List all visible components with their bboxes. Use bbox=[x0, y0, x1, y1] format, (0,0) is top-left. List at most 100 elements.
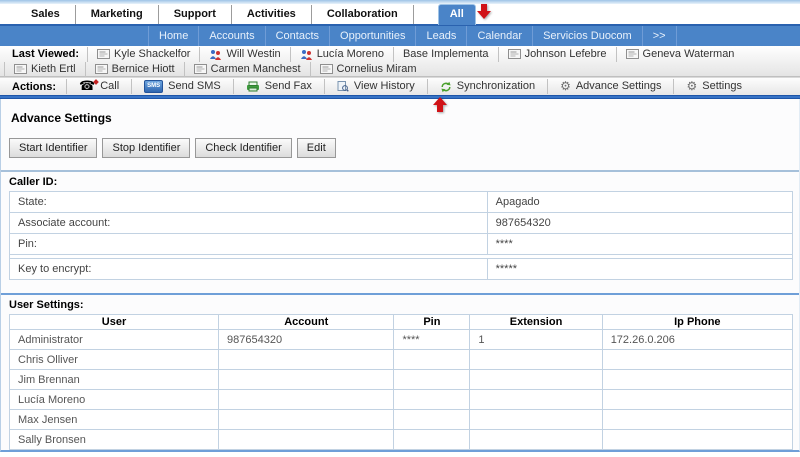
page-title: Advance Settings bbox=[11, 111, 799, 125]
user-settings-table: UserAccountPinExtensionIp Phone Administ… bbox=[9, 314, 793, 450]
action-send-sms[interactable]: SMSSend SMS bbox=[131, 79, 233, 94]
cell-pin bbox=[394, 350, 470, 370]
user-settings-table-body: Administrator987654320****1172.26.0.206C… bbox=[10, 330, 793, 450]
people-icon bbox=[300, 49, 313, 60]
action-synchronization[interactable]: Synchronization bbox=[427, 79, 547, 94]
gear-icon: ⚙ bbox=[686, 81, 697, 92]
caller-id-section: Caller ID: State:ApagadoAssociate accoun… bbox=[1, 170, 799, 280]
cell-account bbox=[219, 350, 394, 370]
nav-servicios-duocom[interactable]: Servicios Duocom bbox=[533, 26, 643, 46]
col-extension: Extension bbox=[470, 315, 602, 330]
nav-opportunities[interactable]: Opportunities bbox=[330, 26, 416, 46]
last-viewed-item-kieth-ertl[interactable]: Kieth Ertl bbox=[4, 62, 85, 77]
cell-user: Sally Bronsen bbox=[10, 430, 219, 450]
last-viewed-item-cornelius-miram[interactable]: Cornelius Miram bbox=[310, 62, 426, 77]
cell-user: Administrator bbox=[10, 330, 219, 350]
actions-bar: Actions: ☎CallSMSSend SMS Send Fax View Hi… bbox=[0, 77, 800, 96]
check-identifier-button[interactable]: Check Identifier bbox=[195, 138, 291, 158]
action-label: Settings bbox=[702, 80, 742, 93]
last-viewed-item-geneva-waterman[interactable]: Geneva Waterman bbox=[616, 47, 744, 62]
tab-all[interactable]: All bbox=[438, 4, 476, 25]
tab-collaboration[interactable]: Collaboration bbox=[312, 5, 414, 24]
edit-button[interactable]: Edit bbox=[297, 138, 336, 158]
action-settings[interactable]: ⚙ Settings bbox=[673, 79, 754, 94]
action-label: Synchronization bbox=[457, 80, 535, 93]
tab-support[interactable]: Support bbox=[159, 5, 232, 24]
cell-user: Lucía Moreno bbox=[10, 390, 219, 410]
contact-card-icon bbox=[97, 49, 110, 59]
last-viewed-item-luc-a-moreno[interactable]: Lucía Moreno bbox=[290, 47, 393, 62]
module-tab-bar: SalesMarketingSupportActivitiesCollabora… bbox=[0, 4, 800, 24]
cell-pin bbox=[394, 370, 470, 390]
table-row: Max Jensen bbox=[10, 410, 793, 430]
contact-card-icon bbox=[194, 64, 207, 74]
action-call[interactable]: ☎Call bbox=[66, 79, 131, 94]
nav-more[interactable]: >> bbox=[643, 26, 677, 46]
cell-user: Chris Olliver bbox=[10, 350, 219, 370]
action-send-fax[interactable]: Send Fax bbox=[233, 79, 324, 94]
caller-id-table: State:ApagadoAssociate account:987654320… bbox=[9, 191, 793, 280]
caller-id-row: State:Apagado bbox=[10, 192, 793, 213]
caller-id-field-label: State: bbox=[10, 192, 488, 213]
last-viewed-item-label: Base Implementa bbox=[403, 48, 489, 61]
cell-account bbox=[219, 370, 394, 390]
table-row: Sally Bronsen bbox=[10, 430, 793, 450]
caller-id-field-label: Associate account: bbox=[10, 213, 488, 234]
cell-pin bbox=[394, 430, 470, 450]
user-settings-section: User Settings: UserAccountPinExtensionIp… bbox=[1, 293, 799, 450]
main-content: Advance Settings Start IdentifierStop Id… bbox=[0, 99, 800, 452]
nav-leads[interactable]: Leads bbox=[416, 26, 467, 46]
cell-account bbox=[219, 430, 394, 450]
caller-id-field-label: Pin: bbox=[10, 234, 488, 255]
fax-icon bbox=[246, 81, 260, 92]
user-settings-title: User Settings: bbox=[9, 299, 799, 311]
cell-extension bbox=[470, 430, 602, 450]
col-account: Account bbox=[219, 315, 394, 330]
nav-contacts[interactable]: Contacts bbox=[266, 26, 330, 46]
contact-card-icon bbox=[508, 49, 521, 59]
cell-extension bbox=[470, 390, 602, 410]
cell-user: Jim Brennan bbox=[10, 370, 219, 390]
caller-id-row: Key to encrypt:***** bbox=[10, 259, 793, 280]
cell-account bbox=[219, 390, 394, 410]
last-viewed-item-base-implementa[interactable]: Base Implementa bbox=[393, 47, 498, 62]
contact-card-icon bbox=[14, 64, 27, 74]
last-viewed-item-label: Cornelius Miram bbox=[337, 63, 417, 76]
nav-bar: HomeAccountsContactsOpportunitiesLeadsCa… bbox=[0, 24, 800, 46]
tab-activities[interactable]: Activities bbox=[232, 5, 312, 24]
cell-extension bbox=[470, 370, 602, 390]
action-view-history[interactable]: View History bbox=[324, 79, 427, 94]
cell-ip-phone: 172.26.0.206 bbox=[602, 330, 792, 350]
last-viewed-item-label: Geneva Waterman bbox=[643, 48, 735, 61]
caller-id-field-value: ***** bbox=[487, 259, 792, 280]
last-viewed-item-will-westin[interactable]: Will Westin bbox=[199, 47, 289, 62]
start-identifier-button[interactable]: Start Identifier bbox=[9, 138, 97, 158]
last-viewed-item-bernice-hiott[interactable]: Bernice Hiott bbox=[85, 62, 184, 77]
table-row: Administrator987654320****1172.26.0.206 bbox=[10, 330, 793, 350]
cell-extension: 1 bbox=[470, 330, 602, 350]
cell-pin bbox=[394, 390, 470, 410]
tab-sales[interactable]: Sales bbox=[16, 5, 76, 24]
nav-accounts[interactable]: Accounts bbox=[199, 26, 265, 46]
stop-identifier-button[interactable]: Stop Identifier bbox=[102, 138, 190, 158]
contact-card-icon bbox=[320, 64, 333, 74]
actions-label: Actions: bbox=[4, 81, 66, 93]
nav-calendar[interactable]: Calendar bbox=[467, 26, 533, 46]
last-viewed-item-label: Kyle Shackelfor bbox=[114, 48, 190, 61]
action-label: Call bbox=[100, 80, 119, 93]
nav-home[interactable]: Home bbox=[148, 26, 199, 46]
contact-card-icon bbox=[95, 64, 108, 74]
caller-id-title: Caller ID: bbox=[9, 176, 799, 188]
last-viewed-item-carmen-manchest[interactable]: Carmen Manchest bbox=[184, 62, 310, 77]
tab-marketing[interactable]: Marketing bbox=[76, 5, 159, 24]
action-advance-settings[interactable]: ⚙Advance Settings bbox=[547, 79, 673, 94]
caller-id-field-value: Apagado bbox=[487, 192, 792, 213]
col-user: User bbox=[10, 315, 219, 330]
caller-id-row: Associate account:987654320 bbox=[10, 213, 793, 234]
last-viewed-item-kyle-shackelfor[interactable]: Kyle Shackelfor bbox=[87, 47, 199, 62]
caller-id-field-value: 987654320 bbox=[487, 213, 792, 234]
last-viewed-item-johnson-lefebre[interactable]: Johnson Lefebre bbox=[498, 47, 616, 62]
action-label: Send Fax bbox=[265, 80, 312, 93]
sync-icon bbox=[440, 81, 452, 93]
button-row: Start IdentifierStop IdentifierCheck Ide… bbox=[9, 138, 799, 158]
